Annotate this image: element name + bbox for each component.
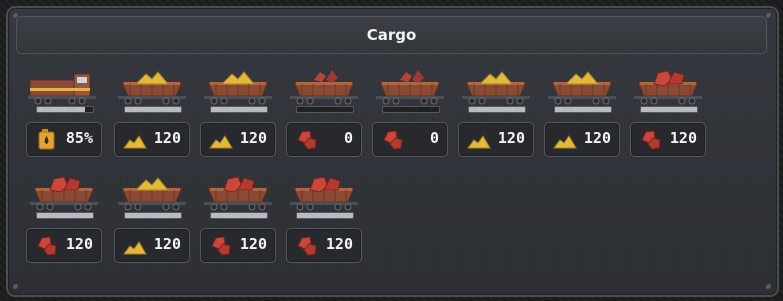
load-bar	[382, 106, 440, 113]
load-bar-fill	[125, 213, 181, 218]
hopper-sprite	[204, 176, 272, 211]
corner-bolt	[13, 284, 19, 290]
load-bar	[36, 212, 94, 219]
coal-icon	[209, 135, 233, 149]
hopper-car[interactable]	[630, 66, 706, 114]
cargo-slot[interactable]: 0	[286, 122, 362, 157]
load-bar	[296, 106, 354, 113]
load-bar-fill	[37, 213, 93, 218]
cargo-slot[interactable]: 120	[114, 122, 190, 157]
hopper-car[interactable]	[114, 172, 190, 220]
hopper-sprite	[548, 71, 616, 105]
hopper-sprite	[634, 70, 702, 105]
cargo-amount: 0	[343, 129, 353, 147]
cargo-amount: 120	[669, 129, 697, 147]
iron-ore-icon	[297, 130, 317, 150]
cargo-slot[interactable]: 120	[26, 228, 102, 263]
hopper-car[interactable]	[114, 66, 190, 114]
fuel-slot[interactable]: 85%	[26, 122, 102, 157]
window-titlebar[interactable]: Cargo	[16, 16, 767, 54]
cargo-slot[interactable]: 120	[114, 228, 190, 263]
hopper-sprite	[290, 70, 358, 105]
fuel-level: 85%	[65, 129, 93, 147]
load-bar-fill	[297, 213, 353, 218]
load-bar-fill	[555, 107, 611, 112]
hopper-car[interactable]	[200, 66, 276, 114]
hopper-sprite	[462, 71, 530, 105]
hopper-sprite	[376, 70, 444, 105]
cargo-slot[interactable]: 120	[458, 122, 534, 157]
hopper-sprite	[290, 176, 358, 211]
load-bar	[468, 106, 526, 113]
hopper-sprite	[118, 177, 186, 211]
hopper-car[interactable]	[458, 66, 534, 114]
cargo-amount: 120	[239, 129, 267, 147]
cargo-amount: 0	[429, 129, 439, 147]
window-title: Cargo	[366, 26, 417, 44]
load-bar-fill	[125, 107, 181, 112]
cargo-amount: 120	[153, 235, 181, 253]
load-bar	[124, 212, 182, 219]
hopper-sprite	[204, 71, 272, 105]
hopper-car[interactable]	[200, 172, 276, 220]
load-bar	[640, 106, 698, 113]
locomotive-sprite	[28, 73, 96, 105]
cargo-amount: 120	[325, 235, 353, 253]
iron-ore-icon	[383, 130, 403, 150]
iron-ore-icon	[297, 236, 317, 256]
hopper-car[interactable]	[544, 66, 620, 114]
cargo-slot[interactable]: 120	[630, 122, 706, 157]
cargo-slot[interactable]: 0	[372, 122, 448, 157]
iron-ore-icon	[37, 236, 57, 256]
fuel-can-icon	[38, 129, 55, 150]
cargo-slot[interactable]: 120	[200, 228, 276, 263]
locomotive[interactable]	[26, 66, 102, 114]
load-bar	[36, 106, 94, 113]
coal-icon	[467, 135, 491, 149]
cargo-slot[interactable]: 120	[200, 122, 276, 157]
cargo-amount: 120	[583, 129, 611, 147]
load-bar	[124, 106, 182, 113]
corner-bolt	[766, 13, 772, 19]
load-bar-fill	[37, 107, 85, 112]
load-bar	[554, 106, 612, 113]
hopper-car[interactable]	[286, 66, 362, 114]
coal-icon	[123, 241, 147, 255]
cargo-slot[interactable]: 120	[286, 228, 362, 263]
load-bar-fill	[211, 107, 267, 112]
corner-bolt	[766, 284, 772, 290]
cargo-slot[interactable]: 120	[544, 122, 620, 157]
load-bar	[296, 212, 354, 219]
hopper-sprite	[118, 71, 186, 105]
load-bar-fill	[641, 107, 697, 112]
hopper-car[interactable]	[372, 66, 448, 114]
iron-ore-icon	[641, 130, 661, 150]
cargo-window: Cargo 85% 120 120 0 0 120 120 120 120 120 120 120	[6, 6, 779, 297]
cargo-amount: 120	[65, 235, 93, 253]
load-bar-fill	[211, 213, 267, 218]
iron-ore-icon	[211, 236, 231, 256]
coal-icon	[553, 135, 577, 149]
hopper-sprite	[30, 176, 98, 211]
load-bar	[210, 212, 268, 219]
coal-icon	[123, 135, 147, 149]
load-bar	[210, 106, 268, 113]
cargo-amount: 120	[153, 129, 181, 147]
hopper-car[interactable]	[26, 172, 102, 220]
load-bar-fill	[469, 107, 525, 112]
cargo-amount: 120	[497, 129, 525, 147]
cargo-amount: 120	[239, 235, 267, 253]
hopper-car[interactable]	[286, 172, 362, 220]
